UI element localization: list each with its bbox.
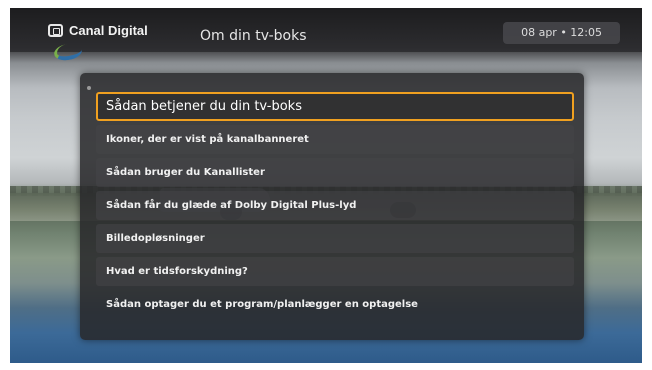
menu-item-channel-lists[interactable]: Sådan bruger du Kanallister — [96, 158, 574, 187]
brand-logo: Canal Digital — [48, 23, 148, 38]
menu-item-recording[interactable]: Sådan optager du et program/planlægger e… — [96, 290, 574, 319]
brand-name: Canal Digital — [69, 23, 148, 38]
menu-panel: Sådan betjener du din tv-boks Ikoner, de… — [80, 73, 584, 340]
tv-logo-icon — [48, 24, 63, 37]
menu-item-channel-banner-icons[interactable]: Ikoner, der er vist på kanalbanneret — [96, 125, 574, 154]
menu-item-resolutions[interactable]: Billedopløsninger — [96, 224, 574, 253]
date-time: 08 apr • 12:05 — [503, 22, 620, 44]
menu-item-timeshift[interactable]: Hvad er tidsforskydning? — [96, 257, 574, 286]
menu-item-operate-box[interactable]: Sådan betjener du din tv-boks — [96, 92, 574, 121]
menu-item-dolby-digital[interactable]: Sådan får du glæde af Dolby Digital Plus… — [96, 191, 574, 220]
scroll-indicator-icon — [87, 86, 91, 90]
page-title: Om din tv-boks — [200, 28, 307, 44]
menu-list: Sådan betjener du din tv-boks Ikoner, de… — [96, 92, 574, 323]
tv-screen: Canal Digital Om din tv-boks 08 apr • 12… — [10, 8, 642, 363]
top-bar: Canal Digital Om din tv-boks 08 apr • 12… — [10, 8, 642, 52]
